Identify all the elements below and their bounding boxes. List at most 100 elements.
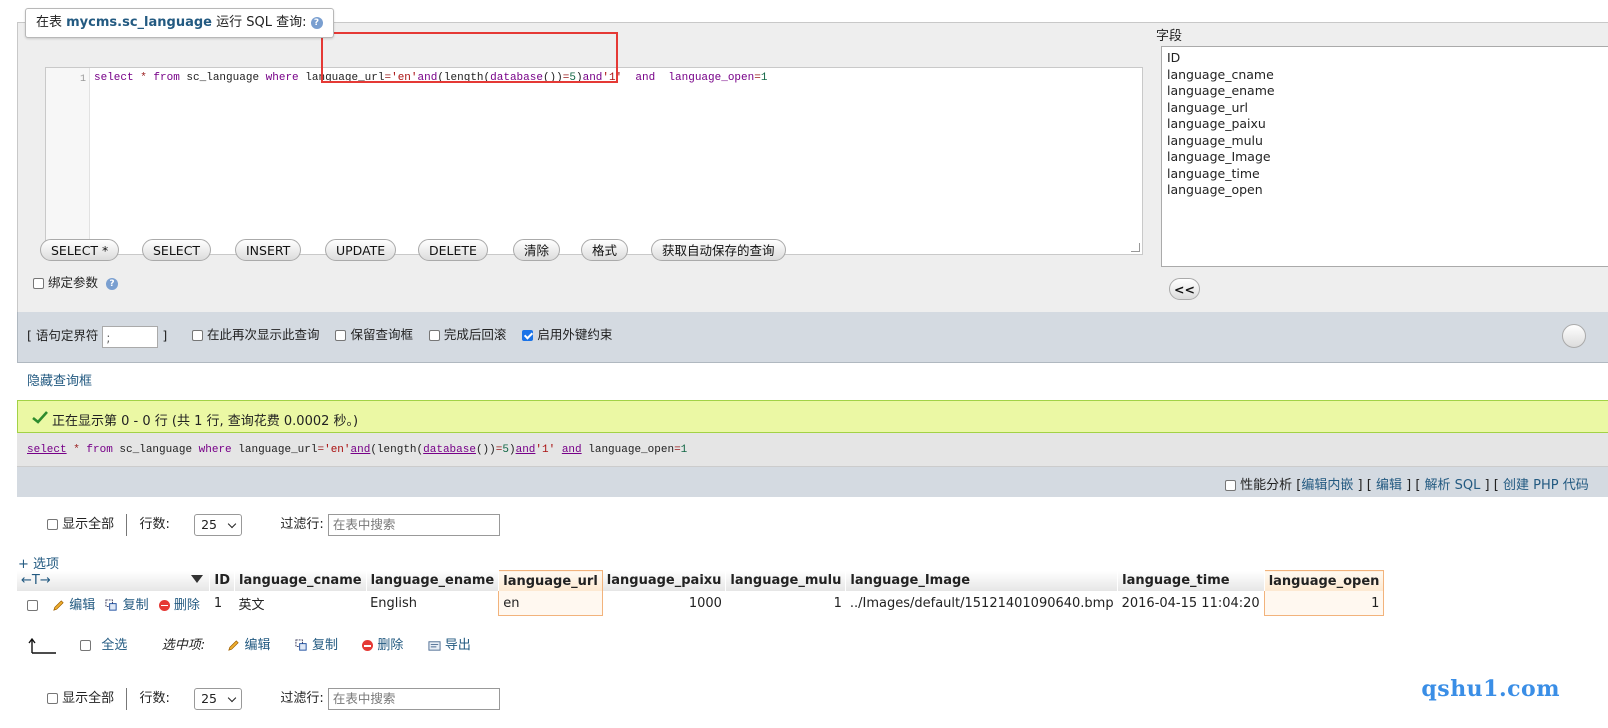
sql-token[interactable]: and xyxy=(516,444,536,456)
sql-token: language_url xyxy=(231,444,318,456)
arrow-up-icon xyxy=(28,637,56,654)
copy-icon xyxy=(295,639,307,651)
delete-icon xyxy=(158,599,170,611)
insert-button[interactable]: INSERT xyxy=(235,239,302,261)
clear-button[interactable]: 清除 xyxy=(513,239,561,261)
bulk-delete-label[interactable]: 删除 xyxy=(377,638,403,653)
explain-sql-link[interactable]: 解析 SQL xyxy=(1425,478,1481,493)
column-header[interactable]: language_ename xyxy=(366,570,500,591)
bulk-edit-action[interactable]: 编辑 xyxy=(227,634,271,653)
row-edit-label[interactable]: 编辑 xyxy=(69,598,95,613)
edit-query-link[interactable]: 编辑 xyxy=(1376,478,1402,493)
create-php-code-link[interactable]: 创建 PHP 代码 xyxy=(1503,478,1589,493)
column-header[interactable]: language_cname xyxy=(234,570,367,591)
filter-rows-input[interactable]: 在表中搜索 xyxy=(327,513,500,536)
field-item[interactable]: ID xyxy=(1167,50,1180,66)
rollback-checkbox[interactable] xyxy=(428,330,440,341)
field-item[interactable]: language_open xyxy=(1167,182,1263,198)
bulk-copy-action[interactable]: 复制 xyxy=(295,634,338,653)
legend-table-name: mycms.sc_language xyxy=(66,15,212,30)
cell-language-open[interactable]: 1 xyxy=(1263,591,1385,616)
help-icon[interactable]: ? xyxy=(310,16,323,29)
keep-box-checkbox[interactable] xyxy=(335,330,347,341)
field-item[interactable]: language_cname xyxy=(1167,67,1274,83)
bind-params-option[interactable]: 绑定参数 ? xyxy=(33,272,118,291)
cell-language-ename[interactable]: English xyxy=(366,591,499,616)
bracket: ] [ xyxy=(1406,478,1421,493)
row-delete-label[interactable]: 删除 xyxy=(174,598,200,613)
update-button[interactable]: UPDATE xyxy=(325,239,397,261)
field-item[interactable]: language_Image xyxy=(1167,149,1271,165)
sql-tools: 性能分析 [编辑内嵌 ] [ 编辑 ] [ 解析 SQL ] [ 创建 PHP … xyxy=(1225,474,1589,493)
profiling-checkbox[interactable] xyxy=(1225,480,1236,491)
show-all-checkbox[interactable] xyxy=(47,693,58,704)
cell-language-mulu[interactable]: 1 xyxy=(726,591,846,616)
column-header[interactable]: language_Image xyxy=(845,570,1119,591)
bulk-delete-action[interactable]: 删除 xyxy=(362,634,403,653)
bulk-edit-label[interactable]: 编辑 xyxy=(245,638,271,653)
sql-token[interactable]: select xyxy=(27,444,67,456)
sql-token: = xyxy=(754,72,761,84)
column-header[interactable]: language_url xyxy=(498,570,603,591)
rows-per-page-select[interactable]: 25 xyxy=(194,687,243,710)
column-resize-arrows[interactable]: ←T→ xyxy=(17,570,211,591)
row-delete-action[interactable]: 删除 xyxy=(158,594,200,613)
help-icon[interactable]: ? xyxy=(105,277,118,290)
cell-language-time[interactable]: 2016-04-15 11:04:20 xyxy=(1118,591,1265,616)
select-all-checkbox[interactable] xyxy=(80,640,92,651)
select-button[interactable]: SELECT xyxy=(142,239,212,261)
insert-field-button[interactable]: << xyxy=(1169,278,1200,300)
field-item[interactable]: language_time xyxy=(1167,166,1260,182)
sql-token: '1' xyxy=(535,444,556,456)
sql-tools-bar: 性能分析 [编辑内嵌 ] [ 编辑 ] [ 解析 SQL ] [ 创建 PHP … xyxy=(17,467,1608,497)
fk-checks-checkbox[interactable] xyxy=(522,330,534,341)
field-item[interactable]: language_url xyxy=(1167,100,1248,116)
cell-language-url[interactable]: en xyxy=(498,591,603,616)
edit-inline-link[interactable]: 编辑内嵌 xyxy=(1301,478,1353,493)
row-edit-action[interactable]: 编辑 xyxy=(52,594,95,613)
cell-language-paixu[interactable]: 1000 xyxy=(602,591,726,616)
column-header[interactable]: language_mulu xyxy=(725,570,847,591)
filter-rows-input[interactable]: 在表中搜索 xyxy=(327,687,500,710)
delete-button[interactable]: DELETE xyxy=(418,239,488,261)
column-header[interactable]: language_open xyxy=(1263,570,1385,591)
sql-token[interactable]: and xyxy=(351,444,371,456)
cell-id[interactable]: 1 xyxy=(210,591,235,616)
arrows-label[interactable]: ←T→ xyxy=(21,573,51,588)
show-all-checkbox[interactable] xyxy=(47,519,58,530)
editor-resize-handle[interactable] xyxy=(1131,243,1140,252)
bulk-export-label[interactable]: 导出 xyxy=(445,638,471,653)
rows-per-page-select[interactable]: 25 xyxy=(194,513,243,536)
sql-editor[interactable]: 1 select * from sc_language where langua… xyxy=(45,67,1143,255)
row-copy-action[interactable]: 复制 xyxy=(105,594,149,613)
select-all-label[interactable]: 全选 xyxy=(101,638,127,653)
column-header[interactable]: ID xyxy=(209,570,236,591)
fields-list[interactable]: ID language_cname language_ename languag… xyxy=(1161,46,1608,267)
cell-language-cname[interactable]: 英文 xyxy=(235,591,367,616)
hide-query-box-link[interactable]: 隐藏查询框 xyxy=(27,370,92,389)
sql-token: 1 xyxy=(680,444,688,456)
select-star-button[interactable]: SELECT * xyxy=(40,239,120,261)
delimiter-input[interactable]: ; xyxy=(102,325,159,348)
format-button[interactable]: 格式 xyxy=(581,239,629,261)
sort-dropdown-icon[interactable] xyxy=(191,574,204,583)
sql-token[interactable]: and xyxy=(562,444,582,456)
field-item[interactable]: language_ename xyxy=(1167,83,1275,99)
go-button[interactable] xyxy=(1562,324,1586,348)
check-icon xyxy=(32,411,48,424)
field-item[interactable]: language_mulu xyxy=(1167,133,1263,149)
cell-language-image[interactable]: ../Images/default/15121401090640.bmp xyxy=(846,591,1118,616)
bind-params-checkbox[interactable] xyxy=(33,278,44,289)
show-again-checkbox[interactable] xyxy=(192,330,203,341)
delete-icon xyxy=(362,640,374,651)
get-autosaved-query-button[interactable]: 获取自动保存的查询 xyxy=(651,239,786,261)
query-options-bar: [ 语句定界符 ; ] 在此再次显示此查询 保留查询框 完成后回滚 启用外键约束 xyxy=(17,312,1608,363)
bulk-copy-label[interactable]: 复制 xyxy=(312,638,338,653)
row-copy-label[interactable]: 复制 xyxy=(123,598,149,613)
bulk-export-action[interactable]: 导出 xyxy=(428,634,471,653)
column-header[interactable]: language_time xyxy=(1117,570,1265,591)
sql-token[interactable]: database xyxy=(423,444,476,456)
field-item[interactable]: language_paixu xyxy=(1167,116,1266,132)
row-checkbox[interactable] xyxy=(27,599,38,611)
column-header[interactable]: language_paixu xyxy=(602,570,727,591)
